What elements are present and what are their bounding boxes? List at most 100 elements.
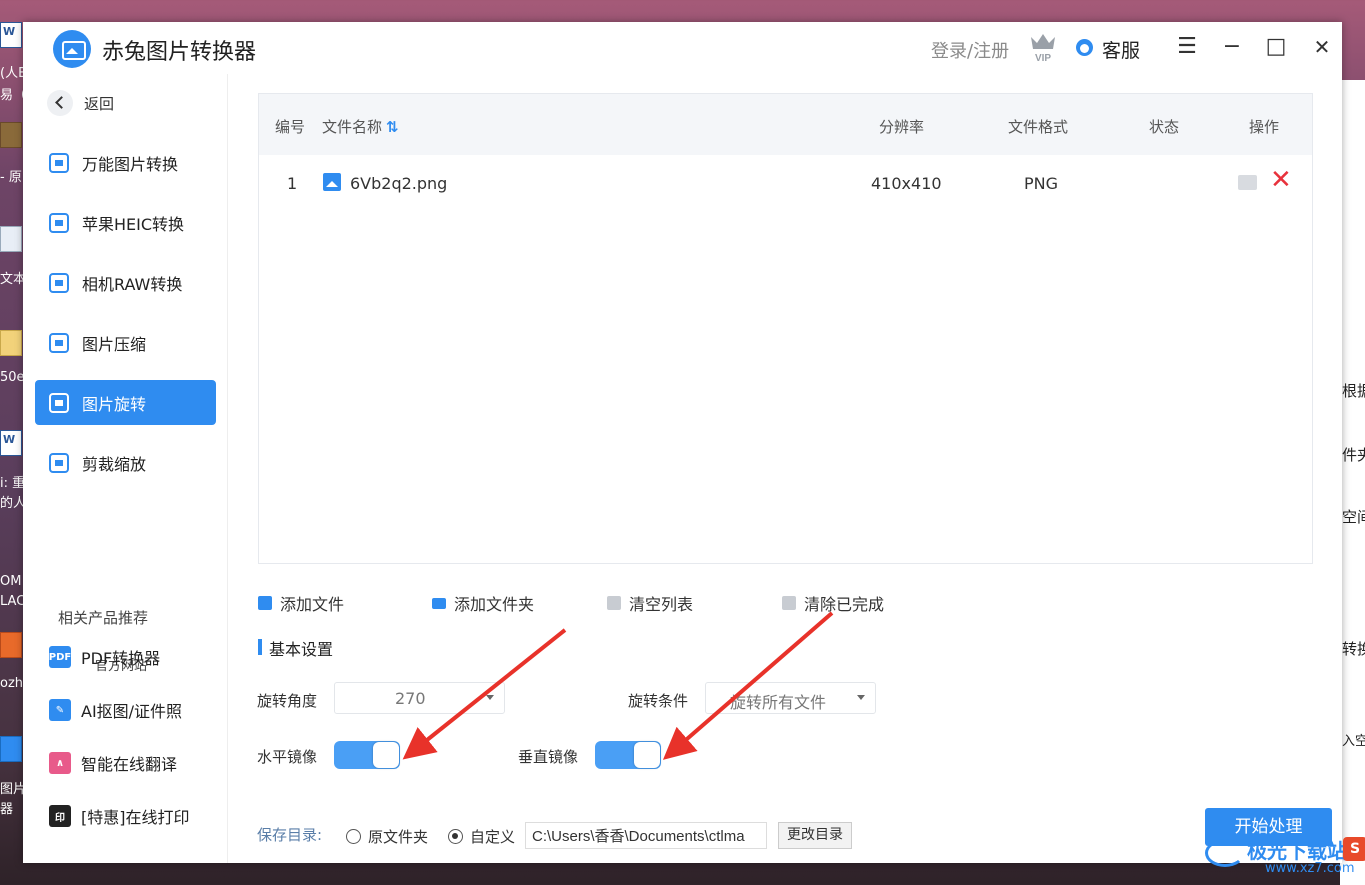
- toggle-knob: [634, 742, 660, 768]
- v-mirror-label: 垂直镜像: [518, 748, 579, 766]
- recommend-item-2[interactable]: ✎ AI抠图/证件照: [49, 695, 182, 725]
- header-name[interactable]: 文件名称 ⇅: [322, 116, 399, 137]
- save-path-input[interactable]: [525, 822, 767, 849]
- header-ops: 操作: [1249, 118, 1280, 136]
- app-window: 赤兔图片转换器 登录/注册 VIP 客服 ☰ − □ ✕ 返回 万能图片转换苹果…: [23, 22, 1342, 863]
- angle-label: 旋转角度: [257, 692, 318, 710]
- sidebar-item-3[interactable]: 相机RAW转换: [35, 260, 216, 305]
- watermark-url: www.xz7.com: [1265, 861, 1355, 876]
- sidebar-item-label: 图片旋转: [82, 394, 147, 414]
- add-file-label: 添加文件: [280, 595, 345, 614]
- customer-service-link[interactable]: 客服: [1102, 36, 1140, 63]
- sidebar-item-label: 万能图片转换: [82, 154, 179, 174]
- rotate-icon: [49, 392, 69, 413]
- table-row[interactable]: 1 6Vb2q2.png 410x410 PNG ✕: [259, 155, 1312, 211]
- text-file-icon[interactable]: [0, 226, 22, 252]
- row-format: PNG: [1024, 174, 1059, 193]
- sidebar-item-label: 剪裁缩放: [82, 454, 147, 474]
- clear-list-label: 清空列表: [629, 595, 694, 614]
- title-bar: 赤兔图片转换器 登录/注册 VIP 客服 ☰ − □ ✕: [23, 22, 1342, 74]
- vip-crown-icon[interactable]: VIP: [1028, 31, 1058, 63]
- menu-button[interactable]: ☰: [1172, 32, 1202, 62]
- site-watermark: 极光下载站 www.xz7.com S: [1205, 833, 1365, 885]
- print-icon: 印: [49, 805, 71, 827]
- clear-done-button[interactable]: 清除已完成: [782, 592, 884, 614]
- sidebar: 返回 万能图片转换苹果HEIC转换 相机RAW转换图片压缩图片旋转剪裁缩放 相关产…: [23, 74, 228, 863]
- header-resolution: 分辨率: [879, 118, 925, 136]
- desktop-label: ozho: [0, 676, 24, 691]
- add-folder-label: 添加文件夹: [454, 595, 535, 614]
- section-marker: [258, 639, 262, 655]
- broom-icon: [607, 596, 621, 610]
- raw-icon: [49, 272, 69, 293]
- customer-service-icon[interactable]: [1076, 39, 1093, 56]
- row-num: 1: [287, 174, 298, 193]
- clear-list-button[interactable]: 清空列表: [607, 592, 693, 614]
- v-mirror-toggle[interactable]: [595, 741, 661, 769]
- folder-icon[interactable]: [0, 330, 22, 356]
- recommend-item-1[interactable]: PDF PDF转换器: [49, 642, 160, 672]
- image-file-icon: [323, 173, 341, 191]
- desktop-label: 50e: [0, 370, 24, 385]
- sort-icon[interactable]: ⇅: [386, 118, 399, 136]
- recommend-item-4[interactable]: 印 [特惠]在线打印: [49, 801, 190, 831]
- delete-icon[interactable]: ✕: [1270, 167, 1292, 193]
- background-text: 根据: [1342, 382, 1365, 400]
- condition-label: 旋转条件: [628, 692, 689, 710]
- radio-custom-folder[interactable]: 自定义: [448, 826, 515, 846]
- minimize-button[interactable]: −: [1217, 32, 1247, 62]
- save-dir-label: 保存目录:: [257, 826, 323, 844]
- watermark-logo-icon: [1205, 839, 1245, 867]
- app-title: 赤兔图片转换器: [102, 40, 257, 65]
- maximize-button[interactable]: □: [1261, 32, 1291, 62]
- desktop-label: (人B: [0, 66, 24, 81]
- chevron-down-icon: [486, 695, 494, 700]
- back-button[interactable]: 返回: [47, 88, 114, 118]
- condition-value: 旋转所有文件: [730, 693, 827, 712]
- desktop-left-edge: (人B 易（ - 原 文本 50e i: 重 的人 OM LAC ozho 图片…: [0, 0, 24, 885]
- desktop-label: i: 重: [0, 476, 24, 491]
- row-filename: 6Vb2q2.png: [350, 174, 448, 193]
- ai-cutout-icon: ✎: [49, 699, 71, 721]
- add-folder-icon: [432, 597, 446, 609]
- sidebar-item-label: 图片压缩: [82, 334, 147, 354]
- sidebar-item-4[interactable]: 图片压缩: [35, 320, 216, 365]
- radio-original-folder[interactable]: 原文件夹: [346, 826, 428, 846]
- add-file-button[interactable]: 添加文件: [258, 592, 344, 614]
- close-button[interactable]: ✕: [1307, 32, 1337, 62]
- recommend-item-label: PDF转换器: [81, 649, 161, 668]
- pdf-icon: PDF: [49, 646, 71, 668]
- file-table: 编号 文件名称 ⇅ 分辨率 文件格式 状态 操作 1 6Vb2q2.png 410…: [258, 93, 1313, 564]
- background-text: 空间: [1342, 508, 1365, 526]
- background-text: 入空: [1342, 734, 1365, 749]
- header-name-label: 文件名称: [322, 118, 383, 136]
- add-folder-button[interactable]: 添加文件夹: [432, 592, 534, 614]
- sidebar-item-6[interactable]: 剪裁缩放: [35, 440, 216, 485]
- sidebar-item-5[interactable]: 图片旋转: [35, 380, 216, 425]
- login-register-link[interactable]: 登录/注册: [931, 37, 1009, 63]
- app-shortcut-icon[interactable]: [0, 632, 22, 658]
- desktop-label: - 原: [0, 170, 22, 185]
- angle-select[interactable]: 270: [334, 682, 505, 714]
- watermark-text: 极光下载站: [1247, 839, 1347, 863]
- change-dir-button[interactable]: 更改目录: [778, 822, 852, 849]
- recommend-item-3[interactable]: ∧ 智能在线翻译: [49, 748, 177, 778]
- condition-select[interactable]: 旋转所有文件: [705, 682, 876, 714]
- open-folder-icon[interactable]: [1238, 175, 1257, 190]
- word-doc-icon[interactable]: [0, 430, 22, 456]
- h-mirror-label: 水平镜像: [257, 748, 318, 766]
- watermark-badge: S: [1343, 837, 1365, 861]
- recommend-title: 相关产品推荐: [58, 609, 149, 627]
- header-format: 文件格式: [1008, 118, 1069, 136]
- desktop-label: LAC: [0, 594, 24, 609]
- sidebar-item-1[interactable]: 万能图片转换: [35, 140, 216, 185]
- word-doc-icon[interactable]: [0, 22, 22, 48]
- angle-value: 270: [395, 689, 426, 708]
- desktop-label: 器: [0, 802, 14, 817]
- table-header: 编号 文件名称 ⇅ 分辨率 文件格式 状态 操作: [259, 94, 1312, 155]
- h-mirror-toggle[interactable]: [334, 741, 400, 769]
- image-file-icon[interactable]: [0, 122, 22, 148]
- sidebar-item-2[interactable]: 苹果HEIC转换: [35, 200, 216, 245]
- app-shortcut-icon[interactable]: [0, 736, 22, 762]
- broom-icon: [782, 596, 796, 610]
